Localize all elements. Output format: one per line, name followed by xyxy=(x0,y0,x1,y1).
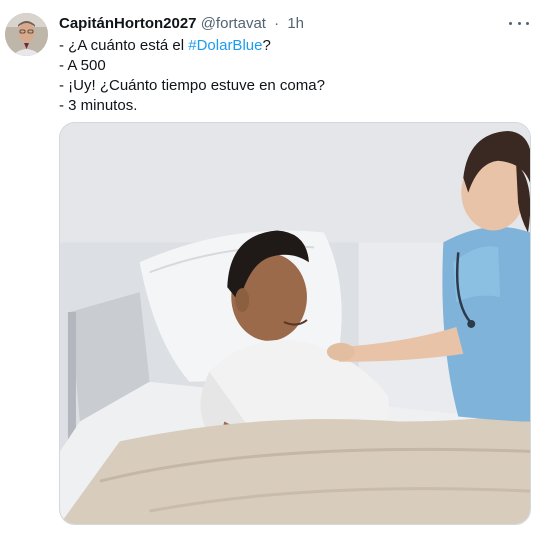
tweet[interactable]: CapitánHorton2027 @fortavat · 1h - ¿A cu… xyxy=(0,0,539,535)
line-1-suffix: ? xyxy=(262,37,271,54)
more-dot xyxy=(526,21,529,25)
line-1-prefix: - ¿A cuánto está el xyxy=(59,37,189,54)
tweet-line-2: - A 500 xyxy=(59,57,106,74)
tweet-text: - ¿A cuánto está el #DolarBlue? - A 500 … xyxy=(59,36,519,116)
author-name[interactable]: CapitánHorton2027 xyxy=(59,15,197,32)
author-avatar[interactable] xyxy=(5,13,48,56)
author-handle[interactable]: @fortavat xyxy=(201,15,266,32)
tweet-time[interactable]: 1h xyxy=(287,15,304,32)
more-dot xyxy=(517,21,521,25)
more-horizontal-icon[interactable] xyxy=(509,16,529,30)
tweet-line-3: - ¡Uy! ¿Cuánto tiempo estuve en coma? xyxy=(59,77,325,94)
tweet-media-image[interactable] xyxy=(59,122,531,525)
separator-dot: · xyxy=(274,15,280,32)
hospital-photo xyxy=(60,123,530,524)
tweet-header: CapitánHorton2027 @fortavat · 1h xyxy=(59,14,529,34)
avatar-image xyxy=(5,13,48,56)
tweet-line-4: - 3 minutos. xyxy=(59,97,138,114)
tweet-line-1: - ¿A cuánto está el #DolarBlue? xyxy=(59,36,519,56)
more-dot xyxy=(509,21,512,25)
hashtag-link[interactable]: #DolarBlue xyxy=(188,37,262,54)
